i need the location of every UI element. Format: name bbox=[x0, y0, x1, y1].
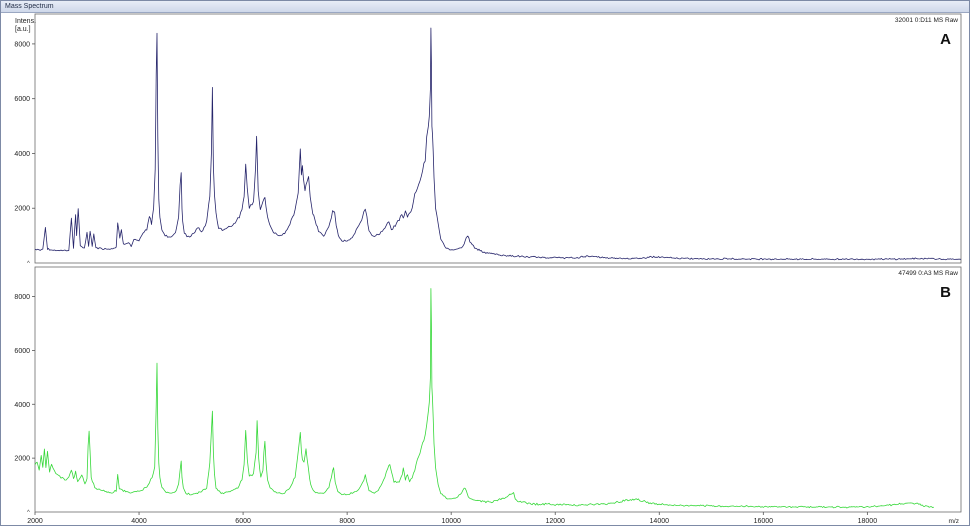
panel-header: 32001 0:D11 MS Raw bbox=[895, 17, 958, 24]
y-tick-label: 2000 bbox=[14, 456, 30, 463]
spectrum-plot[interactable]: 2000 4000 6000 8000 ^ 32001 0:D11 MS Raw A 200… bbox=[1, 13, 969, 525]
y-tick-label: 4000 bbox=[14, 402, 30, 409]
x-tick-label: 10000 bbox=[441, 518, 461, 525]
x-tick-label: 2000 bbox=[27, 518, 43, 525]
y-tick-label: 8000 bbox=[14, 294, 30, 301]
x-tick-label: 4000 bbox=[131, 518, 147, 525]
y-axis-label-line1: Intens. bbox=[15, 18, 36, 25]
panel-a[interactable]: 2000 4000 6000 8000 ^ 32001 0:D11 MS Raw A bbox=[14, 13, 962, 267]
y-axis-label-line2: [a.u.] bbox=[15, 26, 31, 33]
mass-spectrum-window: Mass Spectrum 2000 4000 6000 8000 ^ 32001 0:D… bbox=[0, 0, 970, 526]
panel-frame bbox=[34, 13, 962, 264]
window-title: Mass Spectrum bbox=[5, 3, 54, 10]
spectrum-trace-b bbox=[34, 288, 934, 509]
x-tick-label: 18000 bbox=[858, 518, 878, 525]
x-axis: 2000 4000 6000 8000 10000 12000 14000 16000 1800… bbox=[27, 512, 959, 525]
x-tick-label: 14000 bbox=[650, 518, 670, 525]
panel-label: B bbox=[940, 284, 951, 301]
x-tick-label: 8000 bbox=[339, 518, 355, 525]
panel-label: A bbox=[940, 31, 951, 48]
window-titlebar: Mass Spectrum bbox=[1, 1, 969, 13]
y-tick-label: 6000 bbox=[14, 348, 30, 355]
axis-caret: ^ bbox=[27, 261, 30, 267]
y-tick-label: 4000 bbox=[14, 151, 30, 158]
x-tick-label: 12000 bbox=[545, 518, 565, 525]
panel-b[interactable]: 2000 4000 6000 8000 ^ 47499 0:A3 MS Raw B bbox=[14, 266, 962, 516]
axis-caret: ^ bbox=[27, 510, 30, 516]
spectrum-trace-a bbox=[34, 27, 962, 261]
x-tick-label: 6000 bbox=[235, 518, 251, 525]
y-tick-label: 8000 bbox=[14, 41, 30, 48]
x-tick-label: 16000 bbox=[754, 518, 774, 525]
x-axis-label: m/z bbox=[949, 518, 959, 525]
panel-frame bbox=[34, 266, 962, 513]
y-tick-label: 2000 bbox=[14, 206, 30, 213]
y-tick-label: 6000 bbox=[14, 96, 30, 103]
panel-header: 47499 0:A3 MS Raw bbox=[898, 270, 958, 277]
